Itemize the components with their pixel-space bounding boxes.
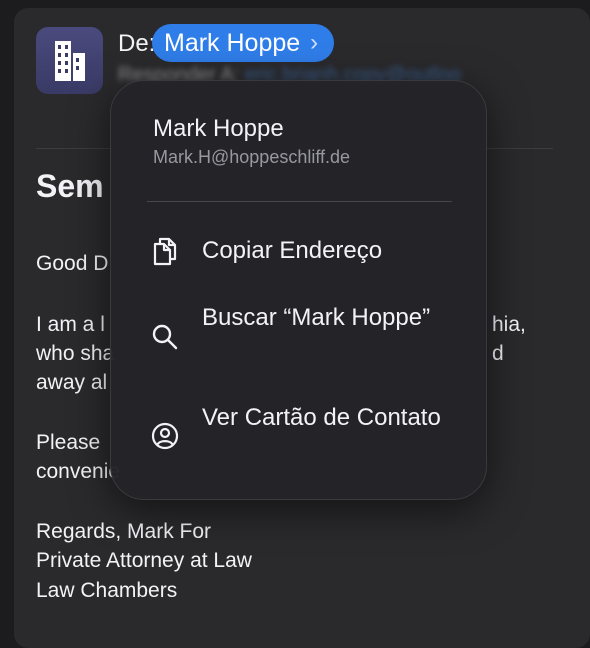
body-line: Good D: [36, 252, 109, 275]
menu-contact-email: Mark.H@hoppeschliff.de: [153, 147, 351, 167]
contact-context-menu: Mark Hoppe Mark.H@hoppeschliff.de Copiar…: [110, 80, 487, 500]
menu-separator: [147, 201, 452, 202]
sender-avatar[interactable]: [36, 27, 103, 94]
message-subject: Sem: [36, 168, 104, 204]
from-label: De:: [118, 30, 156, 57]
body-line: who sha: [36, 342, 115, 365]
signature-line: Law Chambers: [36, 579, 178, 602]
chevron-right-icon: ›: [310, 29, 319, 56]
search-icon: [152, 324, 178, 350]
menu-item-label: Buscar “Mark Hoppe”: [202, 304, 431, 331]
body-fragment: d: [492, 342, 504, 365]
body-line: convenie: [36, 460, 121, 483]
copy-document-icon: [153, 237, 177, 266]
body-fragment: hia,: [492, 313, 526, 336]
menu-item-label: Copiar Endereço: [202, 237, 383, 264]
body-line: Please: [36, 431, 101, 454]
menu-contact-name: Mark Hoppe: [153, 115, 284, 142]
body-line: I am a l: [36, 313, 105, 336]
sender-name-button[interactable]: Mark Hoppe ›: [152, 24, 335, 62]
building-icon: [54, 40, 85, 81]
signature-line: Private Attorney at Law: [36, 549, 252, 572]
sender-name: Mark Hoppe: [164, 28, 301, 57]
signature-line: Regards, Mark For: [36, 520, 212, 543]
contact-card-icon: [151, 422, 179, 450]
body-line: away al: [36, 371, 108, 394]
menu-item-label: Ver Cartão de Contato: [202, 404, 441, 431]
